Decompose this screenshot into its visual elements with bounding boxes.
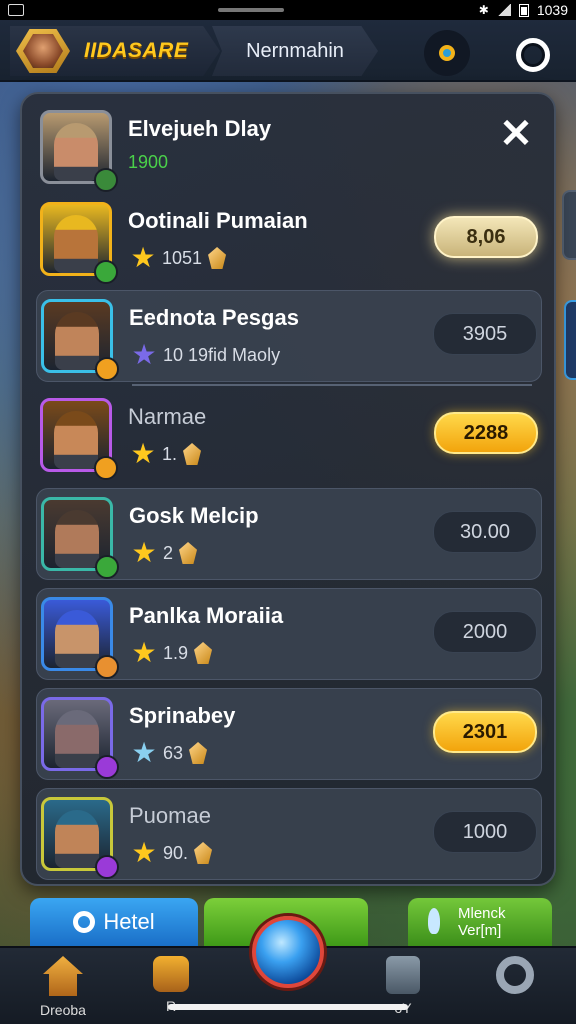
clock: 1039 [536,2,568,18]
stat-value: 1900 [128,151,169,172]
rank-badge-icon [95,755,119,779]
rank-badge-icon [94,168,118,192]
rank-badge-icon [95,855,119,879]
player-stat: ★ 1.9 [131,637,213,668]
stat-value: 1.9 [163,642,189,663]
stat-value: 63 [163,742,184,763]
player-name-label: Eednota Pesgas [129,305,299,330]
rank-badge-icon [95,555,119,579]
rank-badge-icon [94,260,118,284]
star-icon: ★ [131,637,157,668]
player-name-label: Puomae [129,803,211,828]
nav-home-label: Dreoba [40,1002,86,1018]
gem-icon [183,443,202,465]
leaderboard-row[interactable]: Puomae ★ 90. 1000 [36,788,542,880]
nav-home[interactable]: Dreoba [18,956,108,1018]
score-button[interactable]: 2301 [433,711,537,753]
score-button[interactable]: 8,06 [434,216,538,258]
player-name-label: Narmae [128,404,207,429]
nav-settings[interactable] [470,956,560,1000]
key-button[interactable] [424,30,470,76]
star-icon: ★ [131,837,157,868]
leaderboard-row[interactable]: Panlka Moraiia ★ 1.9 2000 [36,588,542,680]
leaderboard-row[interactable]: Elvejueh Dlay 1900 [36,102,542,194]
player-name-label: Sprinabey [129,703,236,728]
gem-icon [208,247,227,269]
gem-icon [194,642,213,664]
player-stat: ★ 1. [130,438,202,469]
score-button[interactable]: 2288 [434,412,538,454]
bluetooth-icon: ✱ [478,3,489,17]
gear-icon [516,38,550,72]
chest-icon [153,956,189,992]
star-icon: ★ [130,242,156,273]
leaderboard-row[interactable]: Gosk Melcip ★ 2 30.00 [36,488,542,580]
player-badge[interactable]: IIDASARE [10,26,220,76]
side-tab-bottom[interactable] [564,300,576,380]
right-action-line1: Mlenck [458,905,506,922]
rank-badge-icon [95,357,119,381]
screenshot-icon [8,4,24,16]
stat-value: 1051 [162,247,203,268]
stat-value: 1. [162,443,178,464]
stat-value: 90. [163,842,189,863]
mode-tab[interactable]: Nernmahin [212,26,378,76]
signal-icon [496,4,511,16]
feather-icon [428,908,440,934]
right-action-button[interactable]: Mlenck Ver[m] [408,898,552,946]
player-avatar [16,29,70,73]
player-name-label: Ootinali Pumaian [128,208,308,233]
score-button[interactable]: 3905 [433,313,537,355]
player-stat: ★ 10 19fid Maoly [131,341,280,369]
home-indicator[interactable] [168,1004,408,1010]
notch-indicator [218,8,285,12]
gear-icon [496,956,534,994]
row-divider [132,384,532,386]
gem-icon [189,742,208,764]
house-icon [43,956,83,996]
leaderboard-row[interactable]: Eednota Pesgas ★ 10 19fid Maoly 3905 [36,290,542,382]
leaderboard-row[interactable]: Sprinabey ★ 63 2301 [36,688,542,780]
leaderboard-panel: ✕ Elvejueh Dlay 1900 Ootinali Pumaian ★ 1051… [20,92,556,886]
hotel-button-label: Hetel [103,909,155,934]
side-tab-top[interactable] [562,190,576,260]
stat-value: 10 19fid Maoly [163,344,281,365]
hotel-button[interactable]: Hetel [30,898,198,946]
cog-icon [73,911,96,933]
player-name-label: Elvejueh Dlay [128,116,272,141]
player-stat: ★ 2 [131,537,198,568]
stat-value: 2 [163,542,174,563]
top-bar: IIDASARE Nernmahin [0,20,576,82]
star-icon: ★ [131,339,157,370]
player-stat: ★ 90. [131,837,213,868]
rank-badge-icon [95,655,119,679]
play-orb-button[interactable] [252,916,324,988]
gem-icon [194,842,213,864]
star-icon: ★ [130,438,156,469]
leaderboard-row[interactable]: Ootinali Pumaian ★ 1051 8,06 [36,194,542,286]
player-name: IIDASARE [84,39,189,62]
player-stat: ★ 1051 [130,242,227,273]
star-icon: ★ [131,537,157,568]
leaderboard-row[interactable]: Narmae ★ 1. 2288 [36,390,542,482]
player-name-label: Panlka Moraiia [129,603,284,628]
rank-badge-icon [94,456,118,480]
gem-icon [179,542,198,564]
player-name-label: Gosk Melcip [129,503,259,528]
star-icon: ★ [131,737,157,768]
player-stat: ★ 63 [131,737,208,768]
battery-icon [518,3,529,17]
card-icon [386,956,420,994]
score-button[interactable]: 1000 [433,811,537,853]
key-icon [439,45,455,61]
score-button[interactable]: 2000 [433,611,537,653]
settings-button[interactable] [510,32,556,78]
score-button[interactable]: 30.00 [433,511,537,553]
status-bar: ✱ 1039 [0,0,576,20]
player-stat: 1900 [128,148,168,176]
right-action-line2: Ver[m] [458,922,502,939]
